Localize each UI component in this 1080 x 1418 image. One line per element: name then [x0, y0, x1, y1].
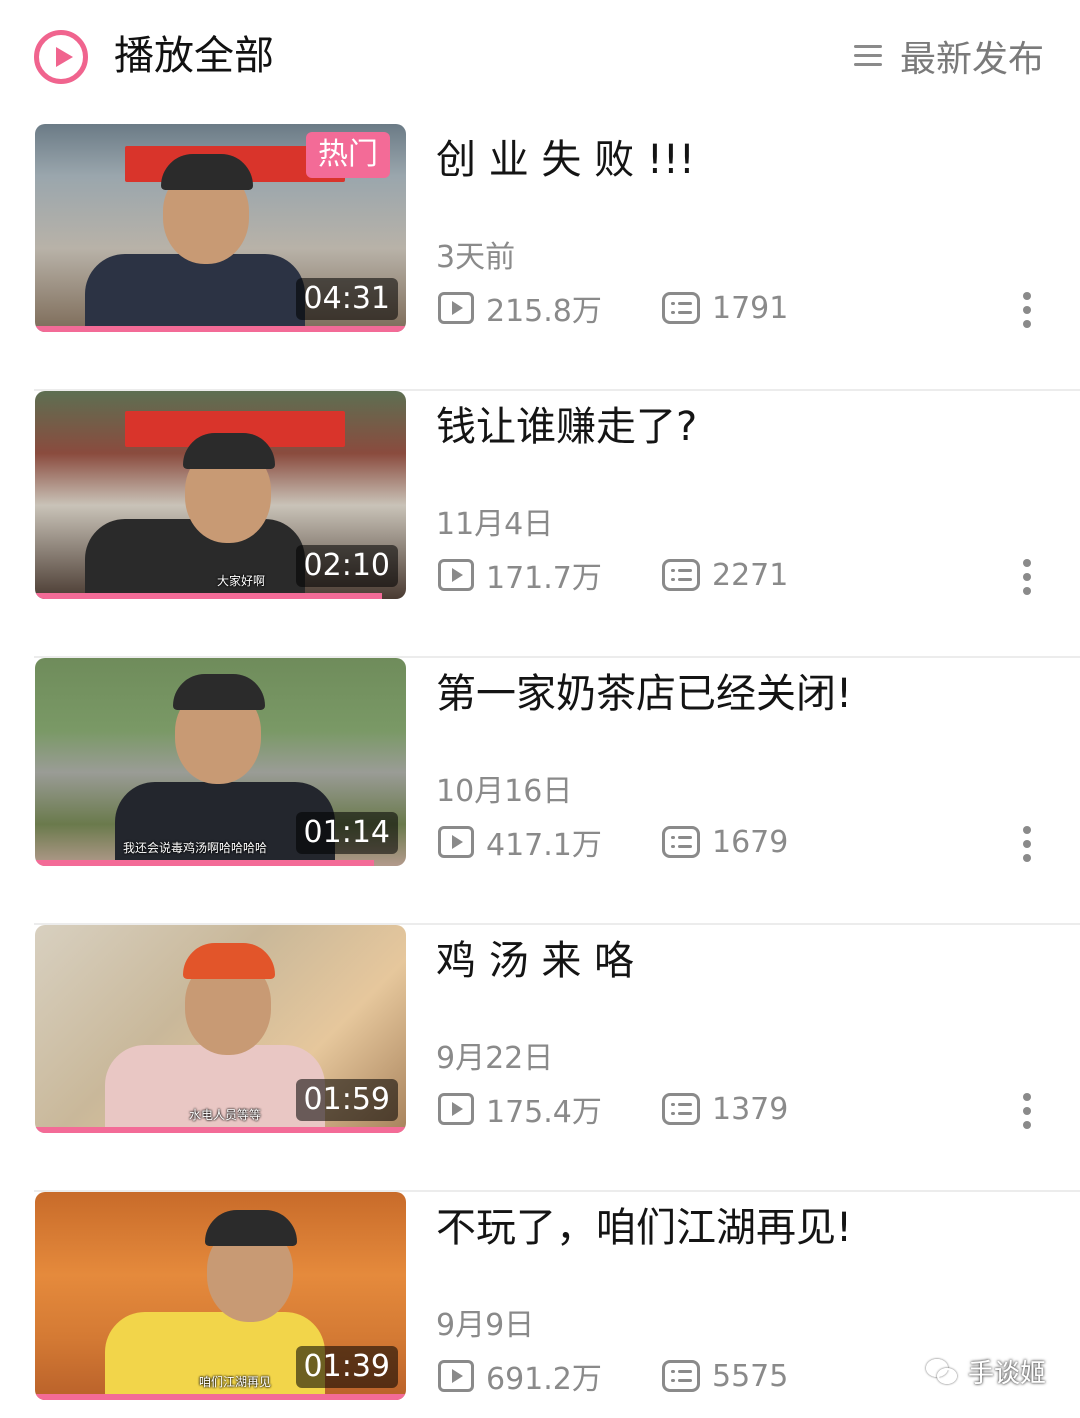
play-icon [438, 559, 474, 591]
play-icon [438, 292, 474, 324]
video-title[interactable]: 鸡 汤 来 咯 [436, 935, 634, 987]
comment-count: 5575 [662, 1354, 788, 1398]
menu-lines-icon [853, 44, 884, 68]
comment-icon [662, 1360, 700, 1392]
comment-count: 1379 [662, 1087, 788, 1131]
watermark: 手谈姬 [925, 1353, 1046, 1390]
comment-count: 1791 [662, 286, 788, 330]
video-subtitle: 大家好啊 [217, 574, 266, 588]
progress-bar [35, 1127, 406, 1133]
video-title[interactable]: 第一家奶茶店已经关闭! [436, 668, 852, 720]
video-date: 3天前 [436, 240, 516, 275]
video-subtitle: 水电人员等等 [189, 1108, 262, 1122]
video-list-item[interactable]: 咱们江湖再见 01:39 不玩了，咱们江湖再见! 9月9日 691.2万 557… [0, 1192, 1080, 1418]
comment-count: 2271 [662, 553, 788, 597]
video-list-item[interactable]: 水电人员等等 01:59 鸡 汤 来 咯 9月22日 175.4万 1379 [0, 925, 1080, 1192]
video-date: 9月22日 [436, 1041, 554, 1076]
play-count: 417.1万 [438, 820, 602, 864]
progress-bar [35, 860, 374, 866]
more-options-icon[interactable] [1016, 292, 1040, 332]
play-count: 171.7万 [438, 553, 602, 597]
sort-button[interactable]: 最新发布 [853, 30, 1044, 82]
play-count: 215.8万 [438, 286, 602, 330]
video-title[interactable]: 钱让谁赚走了? [436, 401, 697, 453]
video-thumbnail[interactable]: 水电人员等等 01:59 [35, 925, 406, 1133]
watermark-text: 手谈姬 [967, 1359, 1046, 1389]
play-count: 691.2万 [438, 1354, 602, 1398]
play-count: 175.4万 [438, 1087, 602, 1131]
list-header: 播放全部 最新发布 [0, 0, 1080, 110]
comment-count: 1679 [662, 820, 788, 864]
play-all-button[interactable]: 播放全部 [114, 30, 274, 82]
video-list-item[interactable]: 大家好啊 02:10 钱让谁赚走了? 11月4日 171.7万 2271 [0, 391, 1080, 658]
comment-icon [662, 559, 700, 591]
video-duration: 01:39 [295, 1346, 398, 1388]
video-thumbnail[interactable]: 我还会说毒鸡汤啊哈哈哈哈 01:14 [35, 658, 406, 866]
video-duration: 01:14 [295, 812, 398, 854]
play-circle-icon[interactable] [34, 30, 88, 84]
video-title[interactable]: 不玩了，咱们江湖再见! [436, 1202, 852, 1254]
more-options-icon[interactable] [1016, 1093, 1040, 1133]
video-thumbnail[interactable]: 大家好啊 02:10 [35, 391, 406, 599]
sort-label: 最新发布 [899, 39, 1044, 80]
video-date: 11月4日 [436, 507, 554, 542]
comment-icon [662, 1093, 700, 1125]
video-thumbnail[interactable]: 咱们江湖再见 01:39 [35, 1192, 406, 1400]
progress-bar [35, 326, 406, 332]
video-subtitle: 我还会说毒鸡汤啊哈哈哈哈 [123, 841, 268, 855]
video-duration: 02:10 [295, 545, 398, 587]
more-options-icon[interactable] [1016, 559, 1040, 599]
hot-badge: 热门 [306, 132, 390, 178]
video-duration: 04:31 [295, 278, 398, 320]
wechat-icon [925, 1358, 958, 1385]
video-date: 10月16日 [436, 774, 573, 809]
video-duration: 01:59 [295, 1079, 398, 1121]
video-title[interactable]: 创 业 失 败 !!! [436, 134, 695, 186]
video-subtitle: 咱们江湖再见 [199, 1375, 272, 1389]
progress-bar [35, 593, 382, 599]
more-options-icon[interactable] [1016, 826, 1040, 866]
video-date: 9月9日 [436, 1308, 535, 1343]
progress-bar [35, 1394, 406, 1400]
video-thumbnail[interactable]: 热门 04:31 [35, 124, 406, 332]
play-icon [438, 1360, 474, 1392]
comment-icon [662, 292, 700, 324]
comment-icon [662, 826, 700, 858]
video-list-item[interactable]: 热门 04:31 创 业 失 败 !!! 3天前 215.8万 1791 [0, 124, 1080, 391]
video-list-item[interactable]: 我还会说毒鸡汤啊哈哈哈哈 01:14 第一家奶茶店已经关闭! 10月16日 41… [0, 658, 1080, 925]
play-icon [438, 1093, 474, 1125]
play-icon [438, 826, 474, 858]
